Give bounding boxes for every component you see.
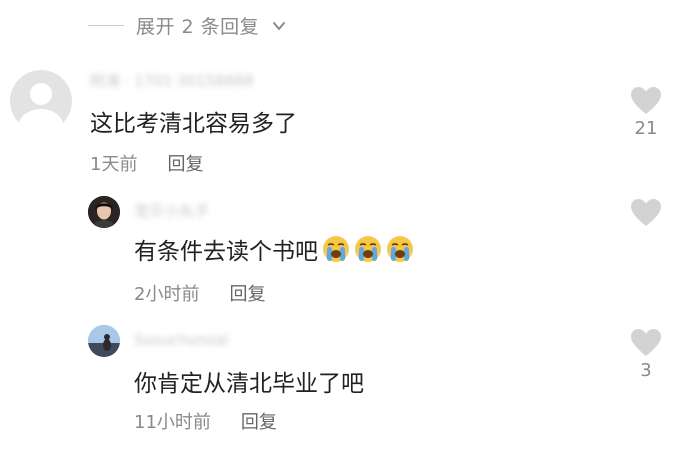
comment-meta: 1天前 回复 — [90, 150, 203, 176]
like-button[interactable]: 21 — [629, 86, 663, 139]
comment-time: 2小时前 — [134, 284, 200, 305]
reply-button[interactable]: 回复 — [241, 408, 277, 434]
comment-text: 你肯定从清北毕业了吧 — [134, 371, 364, 397]
heart-icon — [631, 87, 661, 114]
heart-icon — [631, 329, 661, 356]
reply-button[interactable]: 回复 — [229, 280, 265, 306]
avatar[interactable] — [88, 325, 120, 357]
like-count: 3 — [640, 360, 652, 381]
comment-time: 11小时前 — [134, 412, 211, 433]
avatar[interactable] — [88, 196, 120, 228]
username[interactable]: 阿涛 · 1701·30158888 — [90, 70, 254, 91]
comment-time: 1天前 — [90, 154, 138, 175]
heart-icon — [631, 199, 661, 226]
username[interactable]: 宝贝小丸子 — [134, 200, 209, 221]
like-count: 21 — [634, 118, 658, 139]
avatar[interactable] — [10, 70, 72, 132]
comment-text: 这比考清北容易多了 — [90, 111, 297, 137]
loudly-crying-face-emoji — [355, 236, 381, 262]
comment-text: 有条件去读个书吧 — [134, 232, 414, 266]
username[interactable]: Susuchunzal — [134, 331, 228, 349]
comment-meta: 11小时前 回复 — [134, 408, 277, 434]
loudly-crying-face-emoji — [323, 236, 349, 262]
divider-line — [88, 25, 124, 26]
like-button[interactable]: 3 — [629, 328, 663, 381]
loudly-crying-face-emoji — [387, 236, 413, 262]
expand-replies-label: 展开 2 条回复 — [136, 16, 260, 38]
chevron-down-icon — [273, 21, 286, 30]
reply-button[interactable]: 回复 — [167, 150, 203, 176]
comment-text-body: 有条件去读个书吧 — [134, 239, 318, 265]
expand-replies[interactable]: 展开 2 条回复 — [88, 12, 287, 39]
comment-meta: 2小时前 回复 — [134, 280, 265, 306]
like-button[interactable] — [629, 198, 663, 230]
